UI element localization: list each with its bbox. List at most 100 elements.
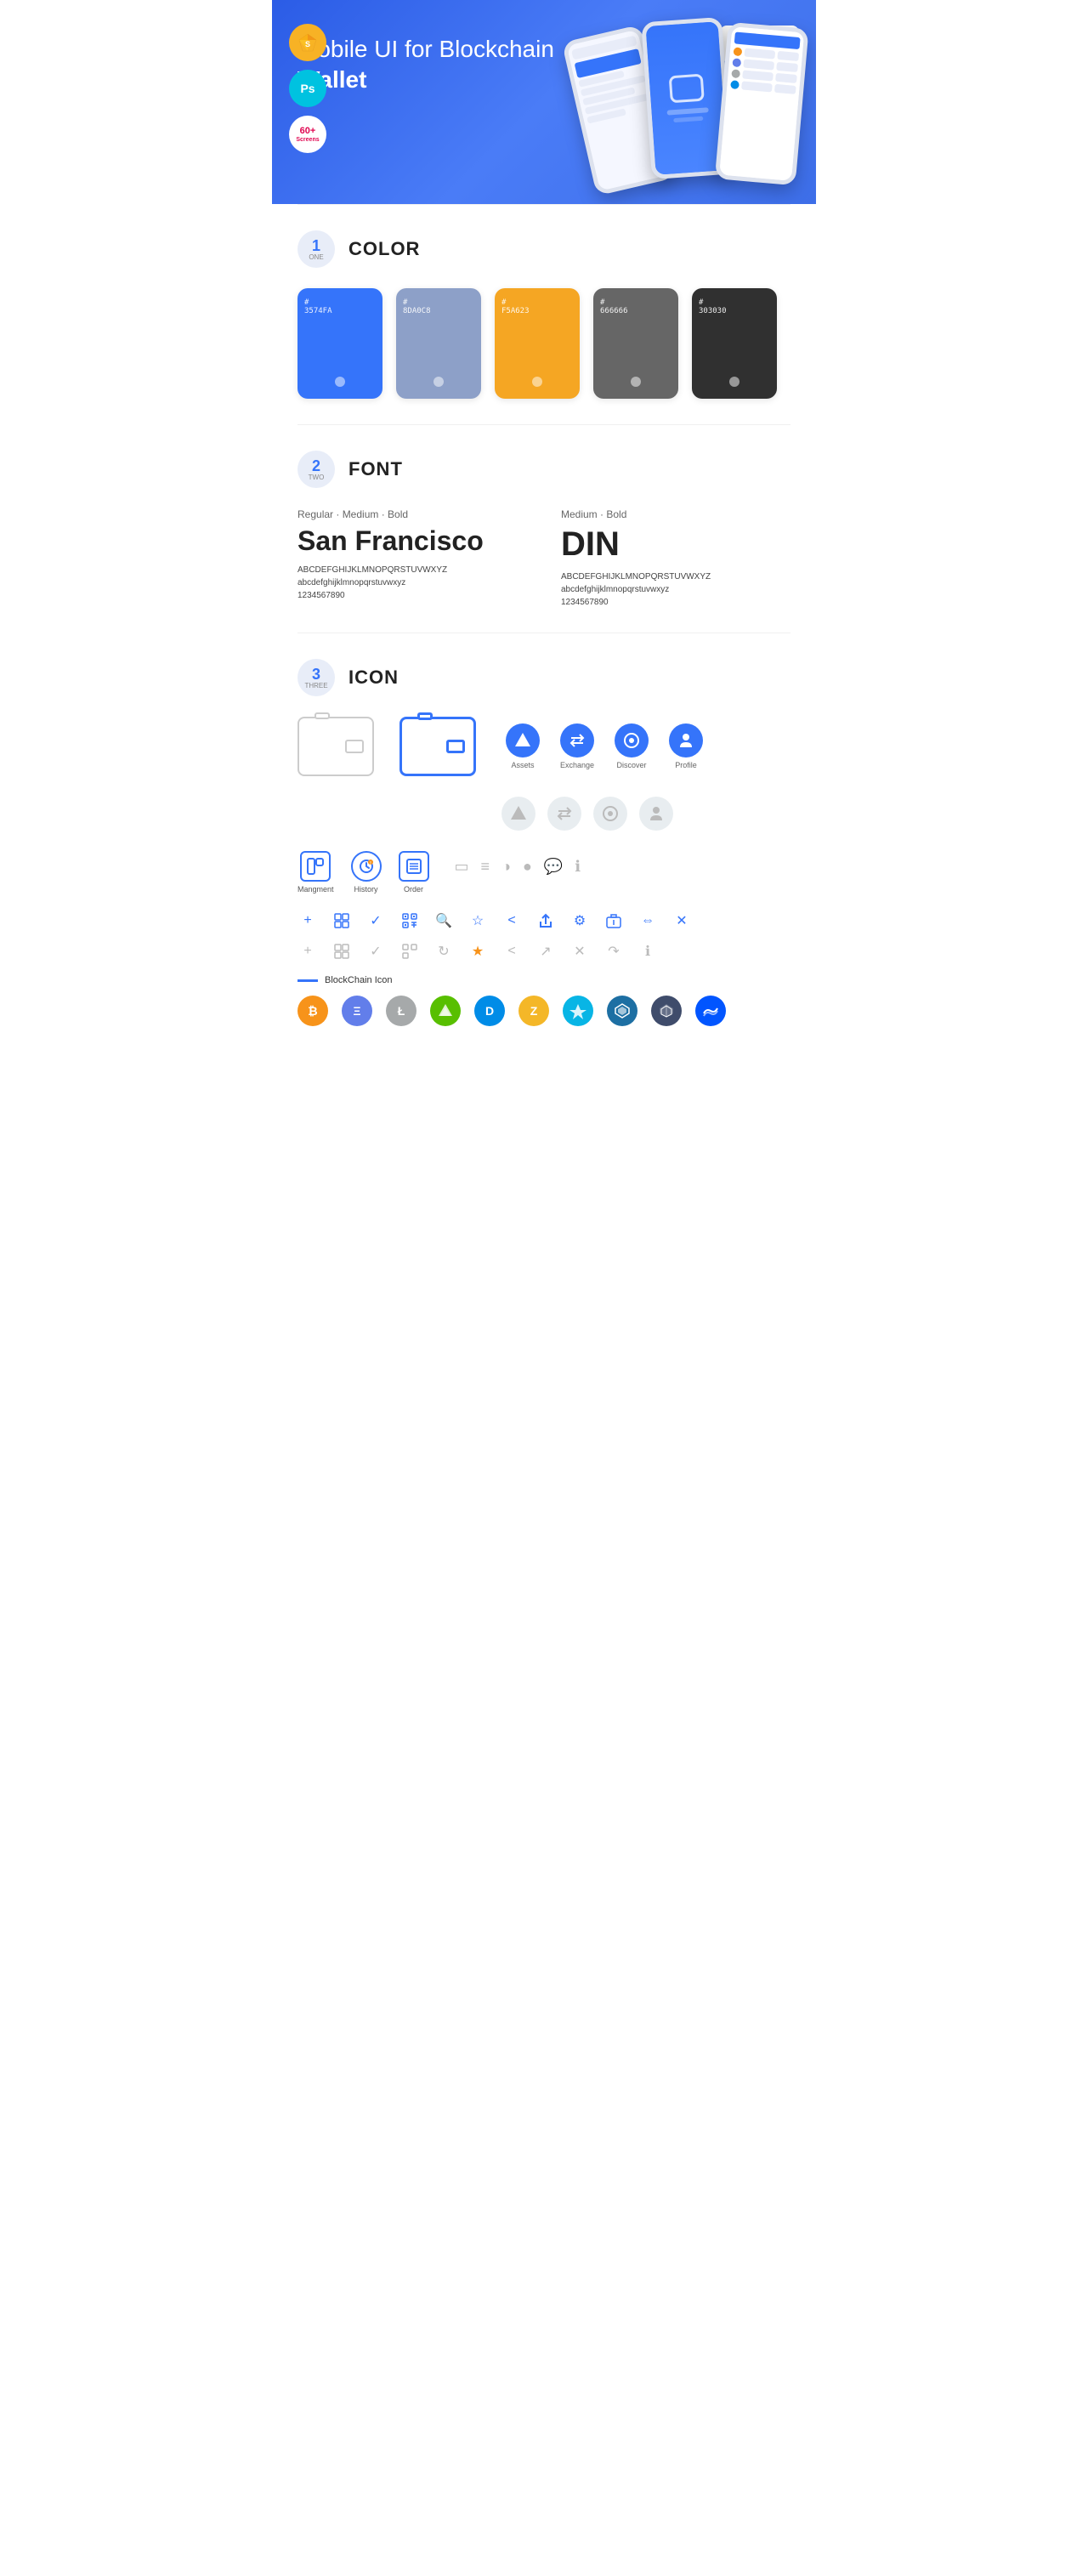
- wallet-blue-icon: [400, 717, 476, 776]
- assets-icon-item: Assets: [502, 723, 544, 769]
- add-icon: +: [298, 911, 318, 931]
- info-icon-gray: ℹ: [638, 941, 658, 962]
- util-icons-gray-row: + ✓ ↻ ★ < ↗ ✕ ↷ ℹ: [298, 941, 790, 962]
- swap-icon: ⇔: [638, 911, 658, 931]
- qr-icon: [400, 911, 420, 931]
- neo-icon: [430, 996, 461, 1026]
- crypto-icons-row: ₿ Ξ Ł D Z: [298, 996, 790, 1026]
- check-icon-gray: ✓: [366, 941, 386, 962]
- layers-icon: ≡: [481, 858, 490, 876]
- font1-name: San Francisco: [298, 525, 527, 557]
- back-icon-gray: <: [502, 941, 522, 962]
- color-swatch-blue: #3574FA: [298, 288, 382, 399]
- font-title: FONT: [348, 458, 403, 480]
- font2-uppercase: ABCDEFGHIJKLMNOPQRSTUVWXYZ: [561, 572, 790, 582]
- ps-badge: Ps: [289, 70, 326, 107]
- profile-icon-gray: [639, 797, 673, 831]
- management-icon-item: Mangment: [298, 851, 334, 894]
- info-icon: ℹ: [575, 858, 581, 876]
- font2-style: Medium · Bold: [561, 508, 790, 520]
- font1-style: Regular · Medium · Bold: [298, 508, 527, 520]
- phone-mockup-3: [715, 22, 809, 186]
- waves-icon: [695, 996, 726, 1026]
- blockchain-label: BlockChain Icon: [298, 975, 790, 985]
- strat-icon: [607, 996, 638, 1026]
- mtl-icon: [651, 996, 682, 1026]
- icon-section-header: 3 THREE ICON: [298, 659, 790, 696]
- order-icon: [399, 851, 429, 882]
- chat-icon: ▭: [455, 858, 469, 876]
- font1-lowercase: abcdefghijklmnopqrstuvwxyz: [298, 578, 527, 587]
- color-section-number: 1 ONE: [298, 230, 335, 268]
- font-section-header: 2 TWO FONT: [298, 451, 790, 488]
- color-title: COLOR: [348, 238, 420, 260]
- font-san-francisco: Regular · Medium · Bold San Francisco AB…: [298, 508, 527, 607]
- font1-numbers: 1234567890: [298, 591, 527, 600]
- tab-and-misc-icons-row: Mangment ! History: [298, 851, 790, 894]
- discover-icon-item: Discover: [610, 723, 653, 769]
- redo-icon-gray: ↷: [604, 941, 624, 962]
- add-icon-gray: +: [298, 941, 318, 962]
- hero-title: Mobile UI for Blockchain Wallet: [298, 34, 569, 96]
- check-icon: ✓: [366, 911, 386, 931]
- font1-uppercase: ABCDEFGHIJKLMNOPQRSTUVWXYZ: [298, 565, 527, 575]
- star-icon-orange: ★: [468, 941, 488, 962]
- xlm-icon: [563, 996, 593, 1026]
- profile-icon-item: Profile: [665, 723, 707, 769]
- management-icon: [300, 851, 331, 882]
- grid-icon: [332, 911, 352, 931]
- icon-section-number: 3 THREE: [298, 659, 335, 696]
- dash-icon: D: [474, 996, 505, 1026]
- screens-badge: 60+ Screens: [289, 116, 326, 153]
- font-section-number: 2 TWO: [298, 451, 335, 488]
- message-icon: 💬: [544, 858, 563, 876]
- exchange-icon-item: Exchange: [556, 723, 598, 769]
- blockchain-text: BlockChain Icon: [325, 975, 393, 985]
- color-section-header: 1 ONE COLOR: [298, 230, 790, 268]
- circle-icon: ●: [523, 858, 532, 876]
- font-din: Medium · Bold DIN ABCDEFGHIJKLMNOPQRSTUV…: [561, 508, 790, 607]
- profile-icon: [669, 723, 703, 757]
- color-swatch-gray: #666666: [593, 288, 678, 399]
- wallet-icons-row: Assets Exchange: [298, 717, 790, 776]
- btc-icon: ₿: [298, 996, 328, 1026]
- share-icon-gray: ↗: [536, 941, 556, 962]
- history-icon: !: [351, 851, 382, 882]
- font2-lowercase: abcdefghijklmnopqrstuvwxyz: [561, 585, 790, 594]
- util-icons-colored-row: + ✓ 🔍 ☆ < ⚙ ⇔ ✕: [298, 911, 790, 931]
- color-swatch-orange: #F5A623: [495, 288, 580, 399]
- moon-icon: ◑: [502, 858, 511, 876]
- svg-text:S: S: [305, 40, 310, 48]
- eth-icon: Ξ: [342, 996, 372, 1026]
- share-icon: [536, 911, 556, 931]
- phone-mockups: [565, 13, 808, 170]
- exchange-icon-gray: [547, 797, 581, 831]
- star-icon: ☆: [468, 911, 488, 931]
- assets-icon-gray: [502, 797, 536, 831]
- assets-icon: [506, 723, 540, 757]
- order-icon-item: Order: [399, 851, 429, 894]
- colors-grid: #3574FA #8DA0C8 #F5A623 #666666 #303030: [298, 288, 790, 399]
- font-section: 2 TWO FONT Regular · Medium · Bold San F…: [272, 425, 816, 633]
- grid-icon-gray: [332, 941, 352, 962]
- fonts-grid: Regular · Medium · Bold San Francisco AB…: [298, 508, 790, 607]
- icon-section: 3 THREE ICON Assets: [272, 633, 816, 1052]
- sketch-badge: S: [289, 24, 326, 61]
- font2-numbers: 1234567890: [561, 598, 790, 607]
- hero-badges: S Ps 60+ Screens: [289, 24, 326, 153]
- search-icon: 🔍: [434, 911, 454, 931]
- close-icon: ✕: [672, 911, 692, 931]
- back-icon: <: [502, 911, 522, 931]
- color-swatch-grayblue: #8DA0C8: [396, 288, 481, 399]
- upload-icon: [604, 911, 624, 931]
- discover-icon-gray: [593, 797, 627, 831]
- ltc-icon: Ł: [386, 996, 416, 1026]
- nav-icons-colored: Assets Exchange: [502, 723, 707, 769]
- icon-title: ICON: [348, 667, 399, 689]
- nav-icons-gray: [502, 797, 790, 831]
- color-section: 1 ONE COLOR #3574FA #8DA0C8 #F5A623 #666…: [272, 205, 816, 424]
- font2-name: DIN: [561, 525, 790, 564]
- exchange-icon: [560, 723, 594, 757]
- close-icon-gray: ✕: [570, 941, 590, 962]
- wallet-wireframe-icon: [298, 717, 374, 776]
